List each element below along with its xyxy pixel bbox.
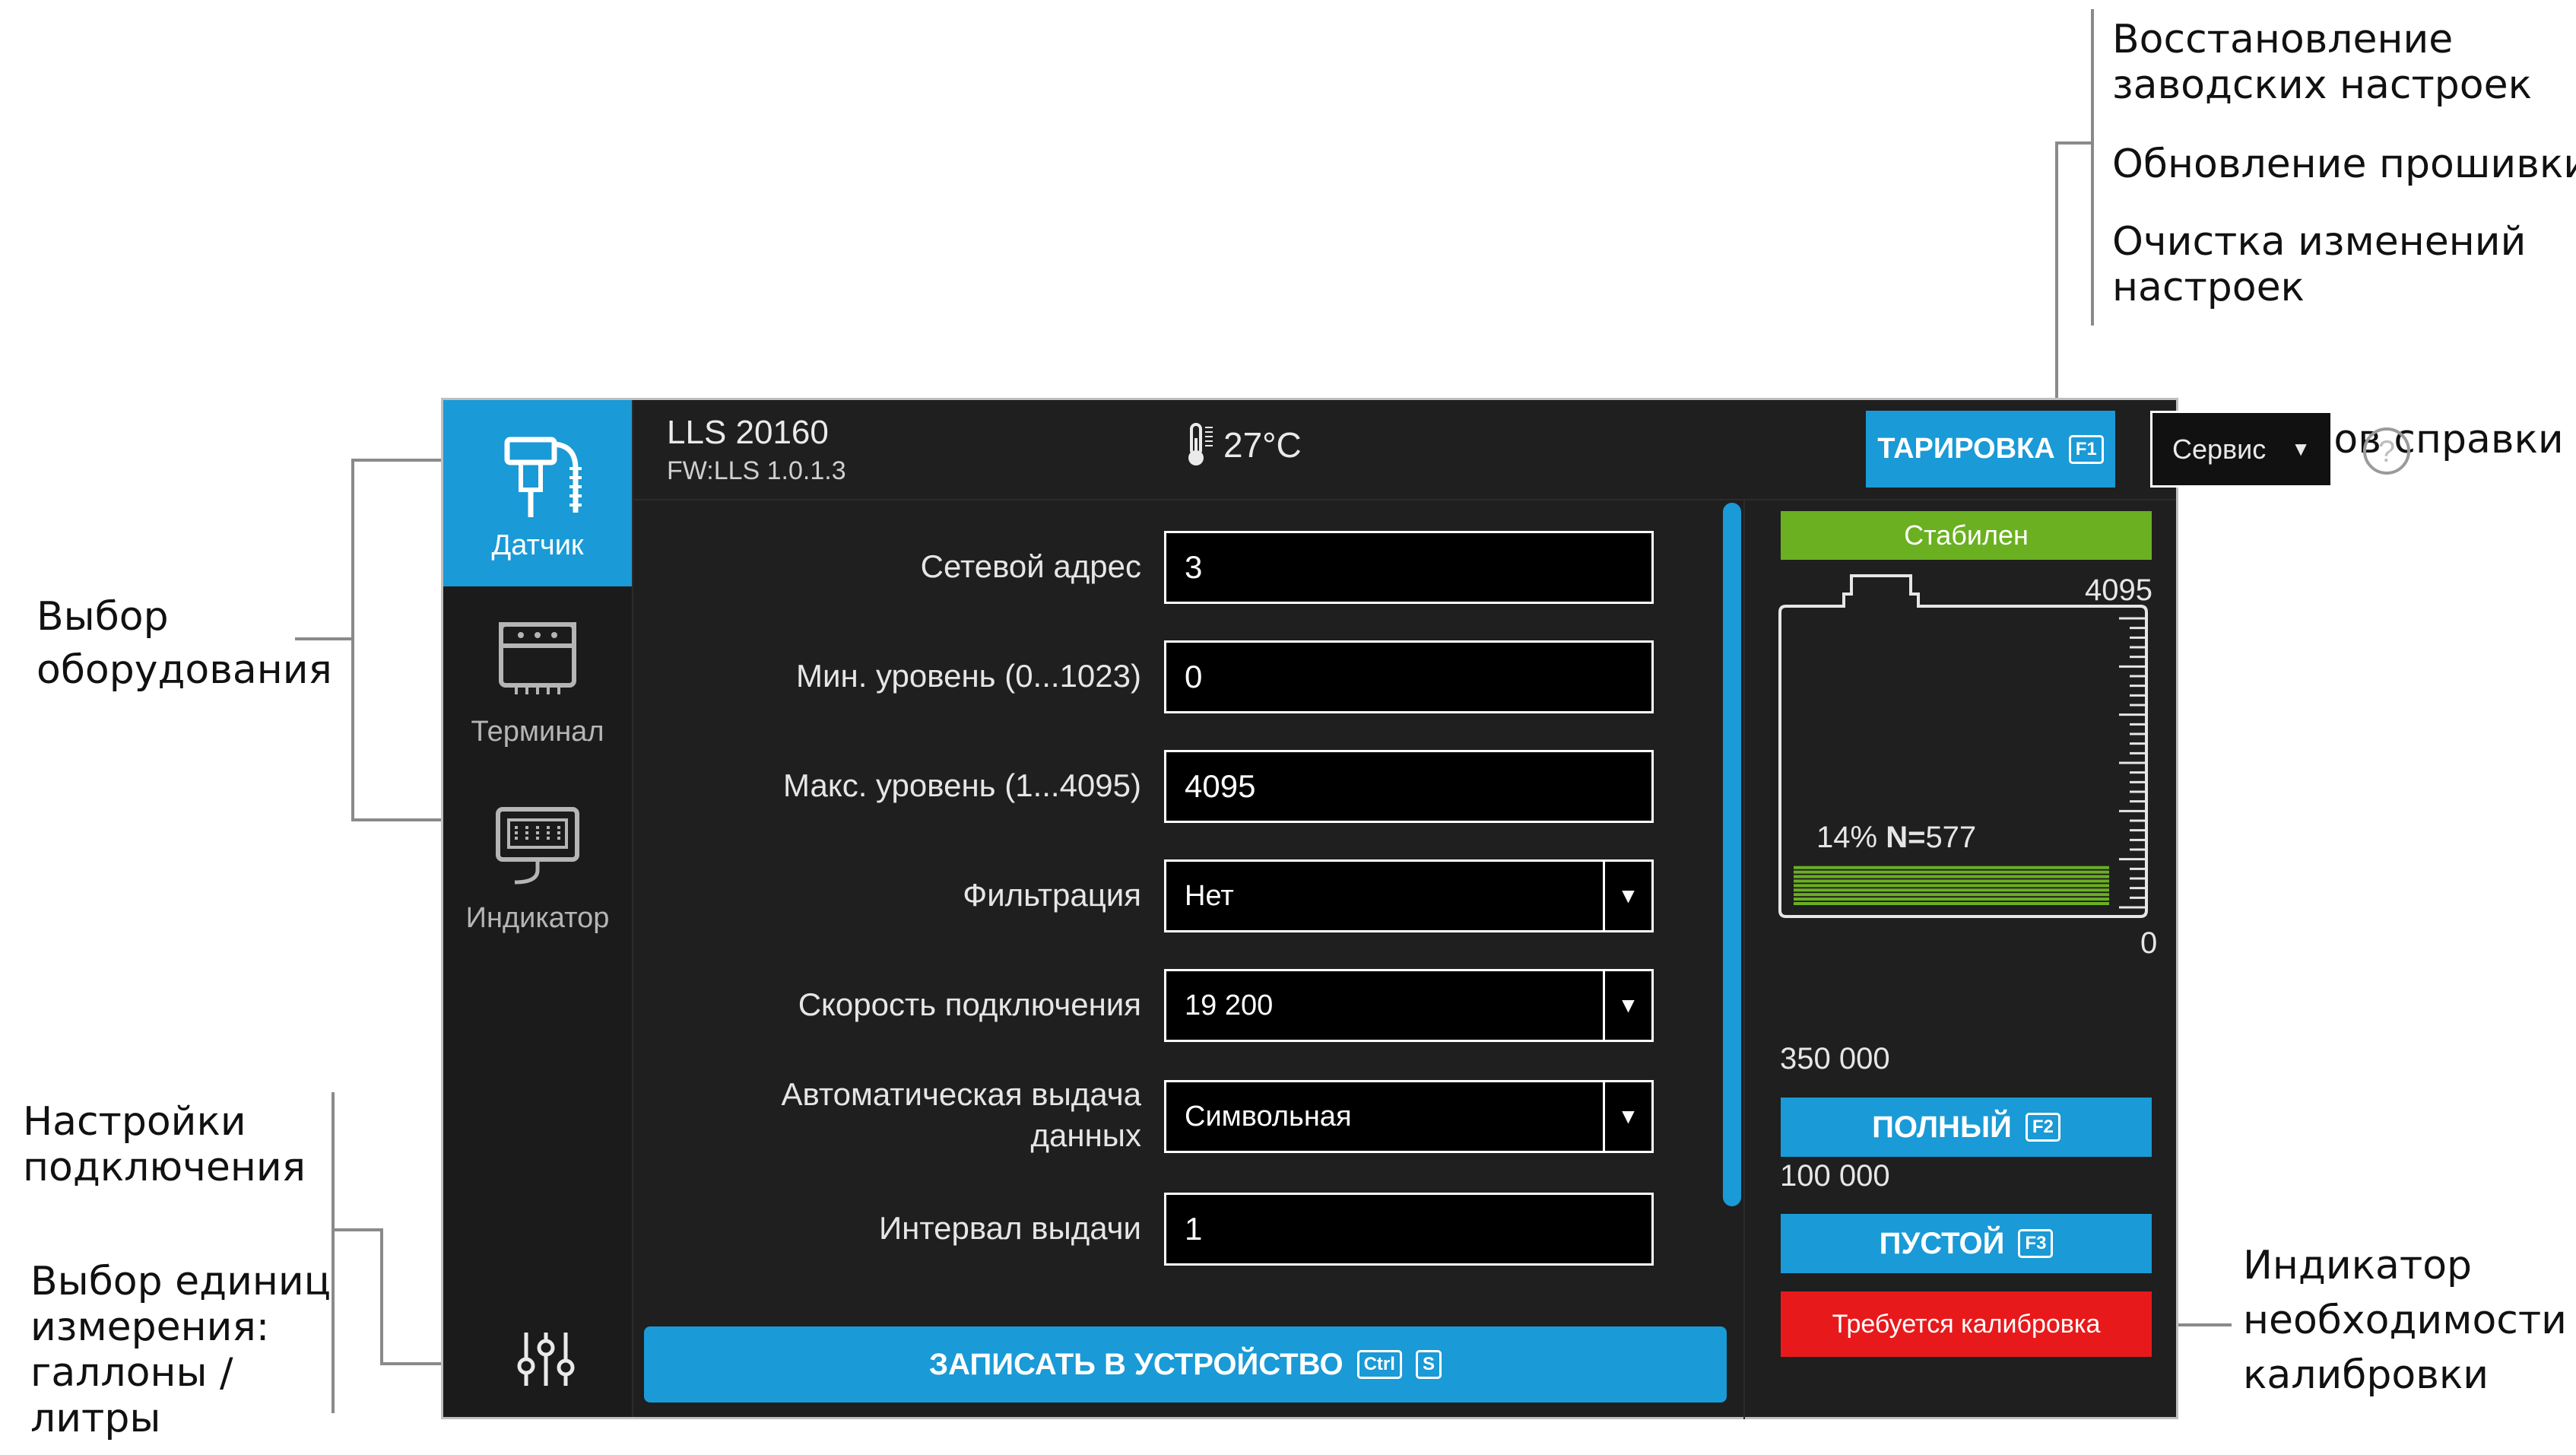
field-label: Макс. уровень (1...4095): [783, 767, 1141, 803]
chevron-down-icon: ▼: [1603, 862, 1651, 930]
service-dropdown[interactable]: Сервис ▼: [2150, 411, 2333, 488]
tare-button[interactable]: ТАРИРОВКА F1: [1866, 411, 2115, 488]
gauge-min-value: 0: [2140, 926, 2158, 960]
indicator-icon: [496, 807, 579, 885]
empty-label: ПУСТОЙ: [1879, 1226, 2005, 1260]
chevron-down-icon: ▼: [1603, 1082, 1651, 1151]
sidebar-item-terminal[interactable]: Терминал: [443, 586, 632, 773]
min-level-input[interactable]: 0: [1164, 640, 1654, 713]
thermometer-icon: [1188, 423, 1213, 465]
select-value: Символьная: [1185, 1100, 1352, 1133]
callout-equipment-select: Выбор оборудования: [36, 594, 332, 693]
callout-connection-settings: Настройки подключения: [23, 1099, 306, 1190]
connector-line: [2091, 9, 2094, 326]
temperature-readout: 27°C: [1184, 421, 1302, 469]
tare-label: ТАРИРОВКА: [1877, 433, 2055, 465]
select-value: Нет: [1185, 879, 1234, 912]
level-bar: [1794, 888, 2109, 892]
sidebar-item-label: Терминал: [471, 716, 604, 748]
level-bar: [1794, 879, 2109, 883]
field-label: Сетевой адрес: [920, 548, 1141, 584]
connector-line: [295, 637, 353, 640]
sidebar-item-label: Датчик: [491, 529, 584, 561]
connector-line: [332, 1228, 382, 1231]
filtration-select[interactable]: Нет ▼: [1164, 859, 1654, 932]
tank-gauge: [1778, 574, 2148, 918]
app-window: Датчик Терминал Индикатор LLS 20160 FW:L…: [441, 398, 2410, 1419]
full-button[interactable]: ПОЛНЫЙ F2: [1781, 1098, 2152, 1157]
level-bar: [1794, 893, 2109, 897]
callout-factory-reset: Восстановление заводских настроек: [2112, 17, 2532, 108]
s-key-badge: S: [1415, 1350, 1442, 1379]
level-percent: 14%: [1816, 821, 1878, 854]
callout-calibration-indicator: Индикатор необходимости калибровки: [2243, 1243, 2567, 1398]
calibration-required-badge: Требуется калибровка: [1781, 1291, 2152, 1357]
field-label: Скорость подключения: [798, 986, 1141, 1022]
help-button[interactable]: ?: [2363, 427, 2410, 475]
level-bar: [1794, 897, 2109, 901]
chevron-down-icon: ▼: [2291, 437, 2311, 460]
field-label: Фильтрация: [963, 877, 1141, 913]
sidebar-item-indicator[interactable]: Индикатор: [443, 773, 632, 959]
connector-line: [2055, 141, 2093, 145]
connector-line: [2055, 141, 2058, 415]
full-volume-value: 350 000: [1780, 1042, 1890, 1075]
form-scrollbar[interactable]: [1723, 503, 1741, 1206]
callout-clear-changes: Очистка изменений настроек: [2112, 219, 2527, 310]
sidebar: Датчик Терминал Индикатор: [443, 400, 633, 1417]
connector-line: [332, 1092, 335, 1413]
firmware-version: FW:LLS 1.0.1.3: [667, 456, 846, 485]
settings-form: Сетевой адрес 3 Мин. уровень (0...1023) …: [632, 500, 1734, 1337]
n-value: 577: [1925, 821, 1977, 854]
baud-rate-select[interactable]: 19 200 ▼: [1164, 969, 1654, 1042]
level-bar: [1794, 870, 2109, 874]
level-readout: 14% N=577: [1816, 821, 1976, 855]
empty-button[interactable]: ПУСТОЙ F3: [1781, 1214, 2152, 1273]
service-label: Сервис: [2172, 433, 2267, 465]
empty-volume-value: 100 000: [1780, 1159, 1890, 1193]
f1-key-badge: F1: [2068, 434, 2104, 464]
f3-key-badge: F3: [2018, 1229, 2054, 1258]
network-address-input[interactable]: 3: [1164, 531, 1654, 604]
gauge-max-value: 4095: [2085, 573, 2152, 607]
device-model: LLS 20160: [667, 414, 829, 451]
select-value: 19 200: [1185, 989, 1274, 1021]
sliders-icon[interactable]: [516, 1328, 576, 1389]
level-bar: [1794, 875, 2109, 878]
callout-units-select: Выбор единиц измерения: галлоны / литры: [30, 1259, 332, 1441]
level-bar: [1794, 866, 2109, 869]
sidebar-item-label: Индикатор: [465, 902, 610, 934]
tank-panel: Стабилен 4095 0 14% N=577 350 000 ПОЛНЫЙ…: [1743, 500, 2178, 1419]
max-level-input[interactable]: 4095: [1164, 750, 1654, 823]
field-label: Мин. уровень (0...1023): [796, 658, 1141, 694]
write-to-device-button[interactable]: ЗАПИСАТЬ В УСТРОЙСТВО Ctrl S: [644, 1326, 1727, 1403]
status-badge: Стабилен: [1781, 511, 2152, 560]
write-label: ЗАПИСАТЬ В УСТРОЙСТВО: [929, 1347, 1344, 1381]
field-label: Автоматическая выдача данных: [781, 1076, 1141, 1153]
top-bar: LLS 20160 FW:LLS 1.0.1.3 27°C ТАРИРОВКА …: [632, 400, 2410, 500]
output-interval-input[interactable]: 1: [1164, 1193, 1654, 1266]
temperature-value: 27°C: [1223, 425, 1302, 465]
level-bar: [1794, 902, 2109, 905]
field-label: Интервал выдачи: [878, 1210, 1141, 1246]
sidebar-item-sensor[interactable]: Датчик: [443, 400, 632, 586]
sensor-icon: [504, 437, 582, 517]
terminal-icon: [499, 622, 576, 694]
callout-firmware-update: Обновление прошивки: [2112, 141, 2576, 187]
ctrl-key-badge: Ctrl: [1356, 1350, 1402, 1379]
connector-line: [351, 459, 354, 821]
auto-output-select[interactable]: Символьная ▼: [1164, 1080, 1654, 1153]
connector-line: [380, 1228, 383, 1365]
level-bar: [1794, 884, 2109, 888]
chevron-down-icon: ▼: [1603, 971, 1651, 1040]
f2-key-badge: F2: [2025, 1113, 2060, 1142]
full-label: ПОЛНЫЙ: [1872, 1110, 2012, 1144]
n-label: N=: [1886, 821, 1926, 854]
